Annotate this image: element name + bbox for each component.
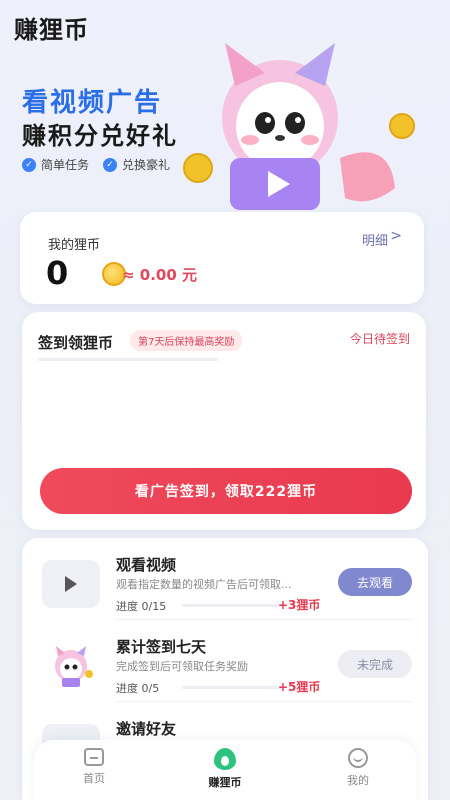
task-icon-box <box>42 560 100 608</box>
signin-badge: 第7天后保持最高奖励 <box>130 330 243 351</box>
play-icon <box>65 576 77 592</box>
task-icon-box <box>42 642 100 690</box>
task-row-signin-seven-days: 累计签到七天 完成签到后可领取任务奖励 进度 0/5 +5狸币 未完成 <box>22 620 428 702</box>
watch-video-button[interactable]: 去观看 <box>338 568 412 596</box>
nav-item-earn[interactable]: 赚狸币 <box>185 748 265 790</box>
balance-equivalent: ≈ 0.00 元 <box>122 266 198 284</box>
task-description: 观看指定数量的视频广告后可领取... <box>116 578 292 591</box>
home-icon <box>84 748 104 766</box>
nav-item-home[interactable]: 首页 <box>54 748 134 786</box>
hero-tag-simple-task: ✓ 简单任务 <box>22 156 89 173</box>
fox-mascot-icon <box>55 646 93 687</box>
bottom-nav: 首页 赚狸币 我的 <box>34 740 416 800</box>
signin-status: 今日待签到 <box>349 332 410 346</box>
task-reward: +5狸币 <box>278 680 321 694</box>
task-title: 邀请好友 <box>116 720 177 738</box>
flame-icon <box>214 748 236 770</box>
incomplete-button[interactable]: 未完成 <box>338 650 412 678</box>
fox-mascot-icon <box>183 43 415 210</box>
task-progress-bar <box>182 686 282 689</box>
hero-tags: ✓ 简单任务 ✓ 兑换豪礼 <box>22 156 170 173</box>
detail-link[interactable]: 明细 <box>362 230 388 249</box>
hero-tag-redeem-gift: ✓ 兑换豪礼 <box>103 156 170 173</box>
nav-label: 首页 <box>83 772 105 785</box>
signin-card: 签到领狸币 第7天后保持最高奖励 今日待签到 看广告签到，领取222狸币 <box>22 312 426 530</box>
hero-tag-label: 简单任务 <box>41 158 90 172</box>
balance-label: 我的狸币 <box>48 238 101 253</box>
task-progress: 进度 0/15 <box>116 600 167 613</box>
task-title: 累计签到七天 <box>116 638 207 656</box>
user-icon <box>348 748 368 768</box>
chevron-right-icon[interactable]: > <box>390 228 402 244</box>
task-progress-bar <box>182 604 282 607</box>
nav-label: 赚狸币 <box>208 776 242 789</box>
balance-card: 我的狸币 0 ≈ 0.00 元 明细 > <box>20 212 424 304</box>
signin-title: 签到领狸币 <box>38 334 114 352</box>
hero-tag-label: 兑换豪礼 <box>122 158 171 172</box>
task-row-watch-video: 观看视频 观看指定数量的视频广告后可领取... 进度 0/15 +3狸币 去观看 <box>22 538 428 620</box>
task-reward: +3狸币 <box>278 598 321 612</box>
nav-label: 我的 <box>347 774 369 787</box>
check-icon: ✓ <box>103 157 118 172</box>
hero-title: 看视频广告 <box>22 88 163 118</box>
task-title: 观看视频 <box>116 556 177 574</box>
balance-value: 0 <box>46 254 69 292</box>
nav-item-profile[interactable]: 我的 <box>318 748 398 788</box>
app-title: 赚狸币 <box>14 16 89 44</box>
signin-calendar-strip <box>38 358 218 361</box>
task-progress: 进度 0/5 <box>116 682 160 695</box>
signin-button[interactable]: 看广告签到，领取222狸币 <box>40 468 412 514</box>
check-icon: ✓ <box>22 157 36 172</box>
hero-subtitle: 赚积分兑好礼 <box>22 122 178 150</box>
task-description: 完成签到后可领取任务奖励 <box>116 660 248 673</box>
